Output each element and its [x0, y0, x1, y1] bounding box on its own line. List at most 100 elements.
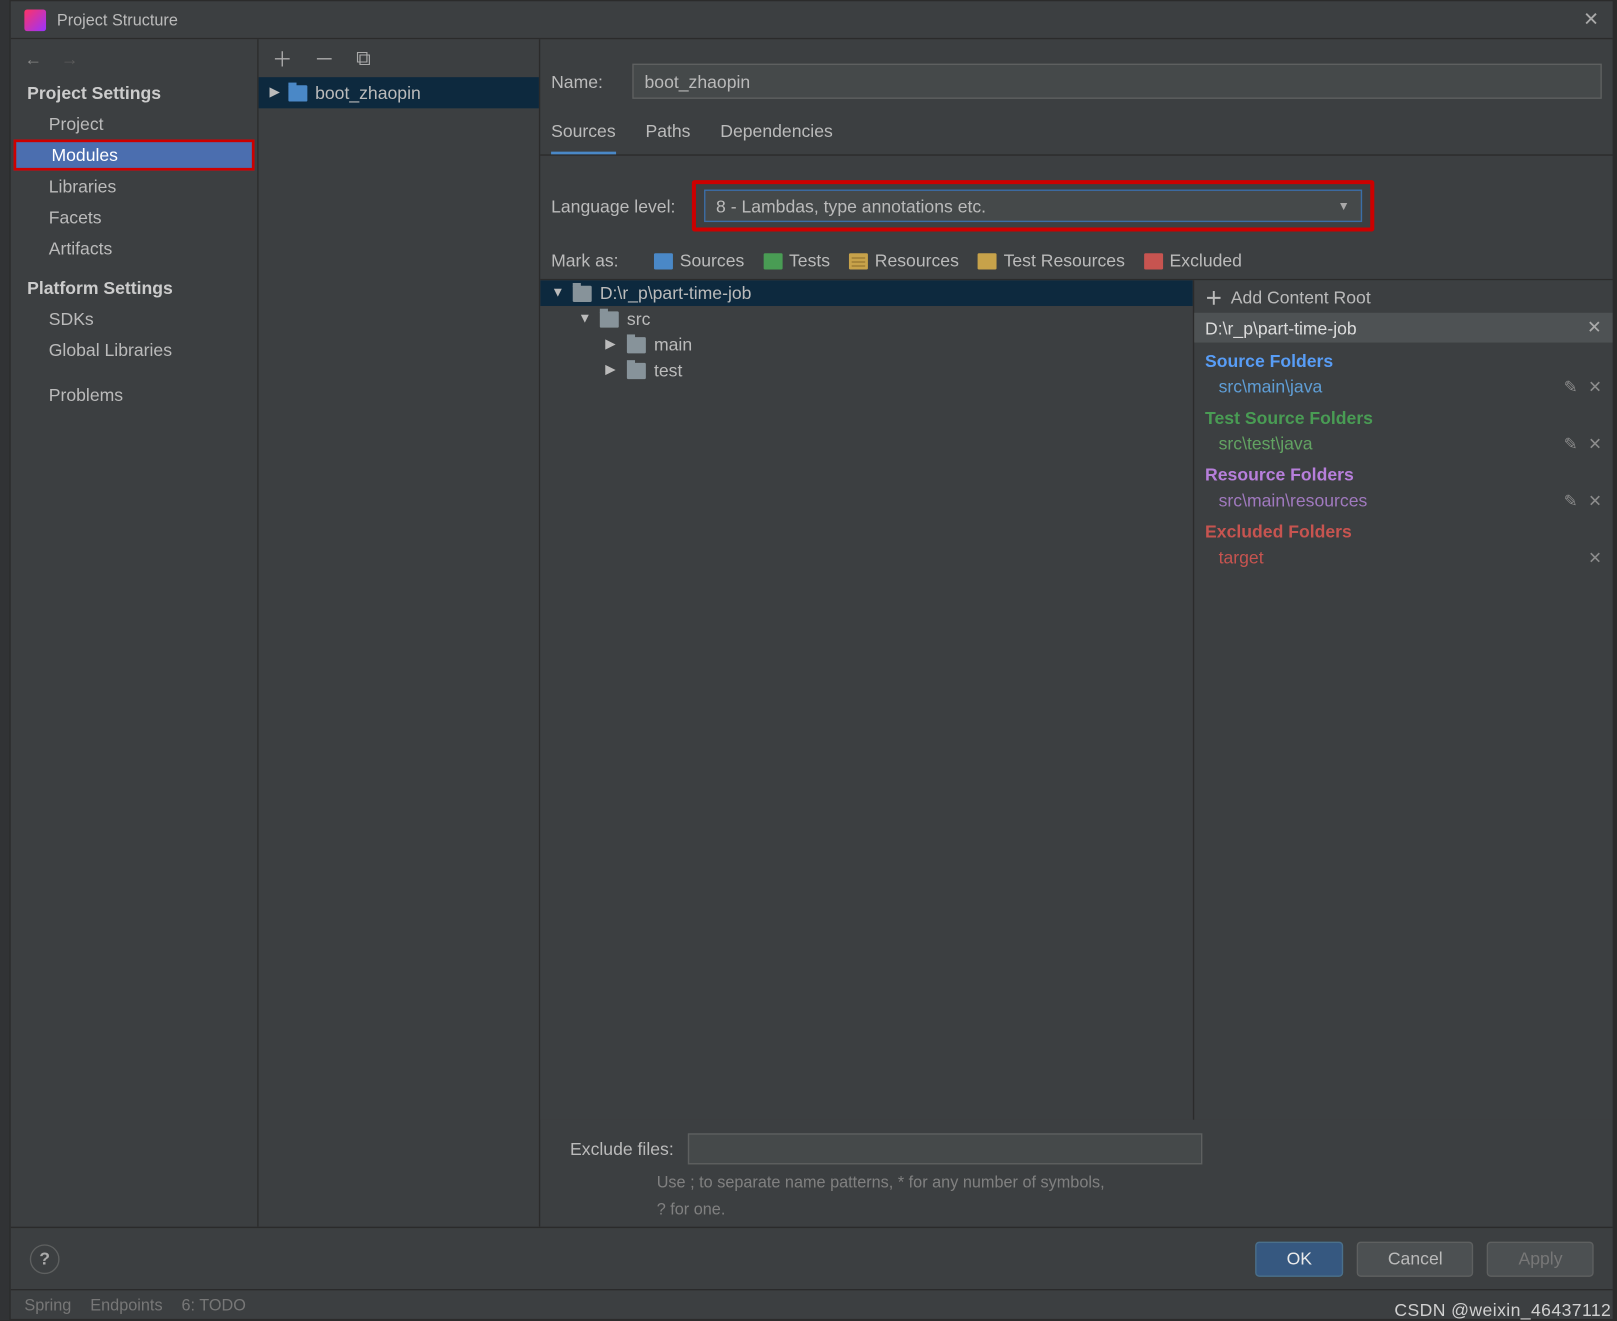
source-folder-item[interactable]: src\main\java ✎ ✕: [1194, 374, 1612, 400]
mark-test-resources[interactable]: Test Resources: [978, 250, 1125, 270]
tree-node-src[interactable]: ▼ src: [540, 306, 1193, 332]
add-content-root-label: Add Content Root: [1231, 286, 1371, 306]
tree-root[interactable]: ▼ D:\r_p\part-time-job: [540, 280, 1193, 306]
expand-icon[interactable]: ▶: [605, 337, 619, 352]
tab-dependencies[interactable]: Dependencies: [720, 121, 833, 155]
language-level-combo[interactable]: 8 - Lambdas, type annotations etc. ▼: [704, 190, 1362, 222]
statusbar-endpoints[interactable]: Endpoints: [90, 1295, 162, 1314]
sidebar-item-libraries[interactable]: Libraries: [11, 171, 257, 202]
collapse-icon[interactable]: ▼: [578, 311, 592, 326]
ide-statusbar: Spring Endpoints 6: TODO: [11, 1289, 1613, 1319]
module-name-input[interactable]: [632, 64, 1601, 99]
watermark-text: CSDN @weixin_46437112: [1394, 1300, 1611, 1320]
remove-icon[interactable]: ✕: [1588, 377, 1602, 396]
sidebar-item-project[interactable]: Project: [11, 108, 257, 139]
mark-as-label: Mark as:: [551, 250, 635, 270]
module-detail-panel: Name: Sources Paths Dependencies Languag…: [540, 39, 1612, 1226]
plus-icon: ＋: [1205, 284, 1223, 310]
add-module-icon[interactable]: ＋: [272, 44, 292, 72]
remove-content-root-icon[interactable]: ✕: [1587, 317, 1602, 339]
sources-tree-area: ▼ D:\r_p\part-time-job ▼ src ▶ ma: [540, 279, 1612, 1120]
tree-node-main[interactable]: ▶ main: [540, 332, 1193, 358]
language-level-highlight: 8 - Lambdas, type annotations etc. ▼: [692, 180, 1374, 231]
expand-icon[interactable]: ▶: [605, 363, 619, 378]
folder-icon: [600, 311, 619, 327]
language-level-label: Language level:: [551, 196, 675, 216]
exclude-files-row: Exclude files:: [540, 1120, 1612, 1170]
exclude-files-input[interactable]: [687, 1133, 1202, 1164]
sidebar-item-global-libraries[interactable]: Global Libraries: [11, 334, 257, 365]
folders-tree[interactable]: ▼ D:\r_p\part-time-job ▼ src ▶ ma: [540, 280, 1193, 1119]
ide-left-gutter: [0, 0, 9, 1320]
add-content-root-button[interactable]: ＋ Add Content Root: [1194, 280, 1612, 312]
excluded-folder-icon: [1144, 253, 1163, 269]
edit-icon[interactable]: ✎: [1564, 491, 1578, 510]
source-folder-path: src\main\java: [1219, 376, 1323, 396]
folder-icon: [627, 362, 646, 378]
titlebar: Project Structure ✕: [11, 1, 1613, 39]
mark-resources[interactable]: Resources: [849, 250, 959, 270]
test-source-folder-path: src\test\java: [1219, 433, 1313, 453]
tree-node-label: test: [654, 360, 682, 380]
exclude-files-hint2: ? for one.: [540, 1200, 1612, 1227]
excluded-folder-item[interactable]: target ✕: [1194, 544, 1612, 570]
sources-folder-icon: [654, 253, 673, 269]
help-icon[interactable]: ?: [30, 1244, 60, 1274]
nav-forward-icon[interactable]: →: [61, 48, 79, 68]
tree-node-test[interactable]: ▶ test: [540, 357, 1193, 383]
remove-icon[interactable]: ✕: [1588, 434, 1602, 453]
content-root-header[interactable]: D:\r_p\part-time-job ✕: [1194, 313, 1612, 343]
remove-module-icon[interactable]: －: [314, 44, 334, 72]
mark-excluded[interactable]: Excluded: [1144, 250, 1242, 270]
app-logo-icon: [24, 9, 46, 31]
exclude-files-label: Exclude files:: [570, 1139, 674, 1159]
copy-module-icon[interactable]: ⧉: [356, 47, 371, 70]
cancel-button[interactable]: Cancel: [1357, 1241, 1474, 1276]
tree-node-label: src: [627, 309, 650, 329]
resource-folders-heading: Resource Folders: [1194, 456, 1612, 487]
tab-sources[interactable]: Sources: [551, 121, 616, 155]
apply-button[interactable]: Apply: [1487, 1241, 1593, 1276]
project-structure-dialog: Project Structure ✕ ← → Project Settings…: [9, 0, 1613, 1320]
remove-icon[interactable]: ✕: [1588, 491, 1602, 510]
content-root-path: D:\r_p\part-time-job: [1205, 318, 1357, 338]
window-title: Project Structure: [57, 10, 1583, 29]
modules-list-panel: ＋ － ⧉ ▶ boot_zhaopin: [259, 39, 541, 1226]
edit-icon[interactable]: ✎: [1564, 377, 1578, 396]
tab-paths[interactable]: Paths: [645, 121, 690, 155]
edit-icon[interactable]: ✎: [1564, 434, 1578, 453]
source-folders-heading: Source Folders: [1194, 343, 1612, 374]
ok-button[interactable]: OK: [1255, 1241, 1343, 1276]
content-roots-panel: ＋ Add Content Root D:\r_p\part-time-job …: [1193, 280, 1613, 1119]
resources-folder-icon: [849, 253, 868, 269]
statusbar-todo[interactable]: 6: TODO: [182, 1295, 246, 1314]
test-resources-folder-icon: [978, 253, 997, 269]
remove-icon[interactable]: ✕: [1588, 548, 1602, 567]
close-icon[interactable]: ✕: [1583, 8, 1599, 31]
statusbar-spring[interactable]: Spring: [24, 1295, 71, 1314]
nav-back-icon[interactable]: ←: [24, 48, 42, 68]
test-source-folder-item[interactable]: src\test\java ✎ ✕: [1194, 431, 1612, 457]
test-source-folders-heading: Test Source Folders: [1194, 399, 1612, 430]
sidebar-item-modules[interactable]: Modules: [14, 139, 255, 170]
tree-node-label: main: [654, 334, 692, 354]
tree-root-label: D:\r_p\part-time-job: [600, 283, 752, 303]
resource-folder-item[interactable]: src\main\resources ✎ ✕: [1194, 487, 1612, 513]
modules-toolbar: ＋ － ⧉: [259, 39, 539, 77]
sidebar-item-artifacts[interactable]: Artifacts: [11, 233, 257, 264]
expand-icon[interactable]: ▶: [269, 85, 279, 100]
chevron-down-icon: ▼: [1338, 199, 1350, 213]
collapse-icon[interactable]: ▼: [551, 286, 565, 301]
sidebar-item-facets[interactable]: Facets: [11, 202, 257, 233]
sidebar-item-problems[interactable]: Problems: [11, 379, 257, 410]
platform-settings-heading: Platform Settings: [11, 272, 257, 303]
language-level-value: 8 - Lambdas, type annotations etc.: [716, 196, 986, 216]
resource-folder-path: src\main\resources: [1219, 490, 1368, 510]
exclude-files-hint1: Use ; to separate name patterns, * for a…: [540, 1170, 1612, 1200]
sidebar-item-sdks[interactable]: SDKs: [11, 303, 257, 334]
mark-sources[interactable]: Sources: [654, 250, 744, 270]
dialog-body: ← → Project Settings Project Modules Lib…: [11, 39, 1613, 1226]
mark-tests[interactable]: Tests: [763, 250, 830, 270]
tests-folder-icon: [763, 253, 782, 269]
module-list-item[interactable]: ▶ boot_zhaopin: [259, 77, 539, 108]
